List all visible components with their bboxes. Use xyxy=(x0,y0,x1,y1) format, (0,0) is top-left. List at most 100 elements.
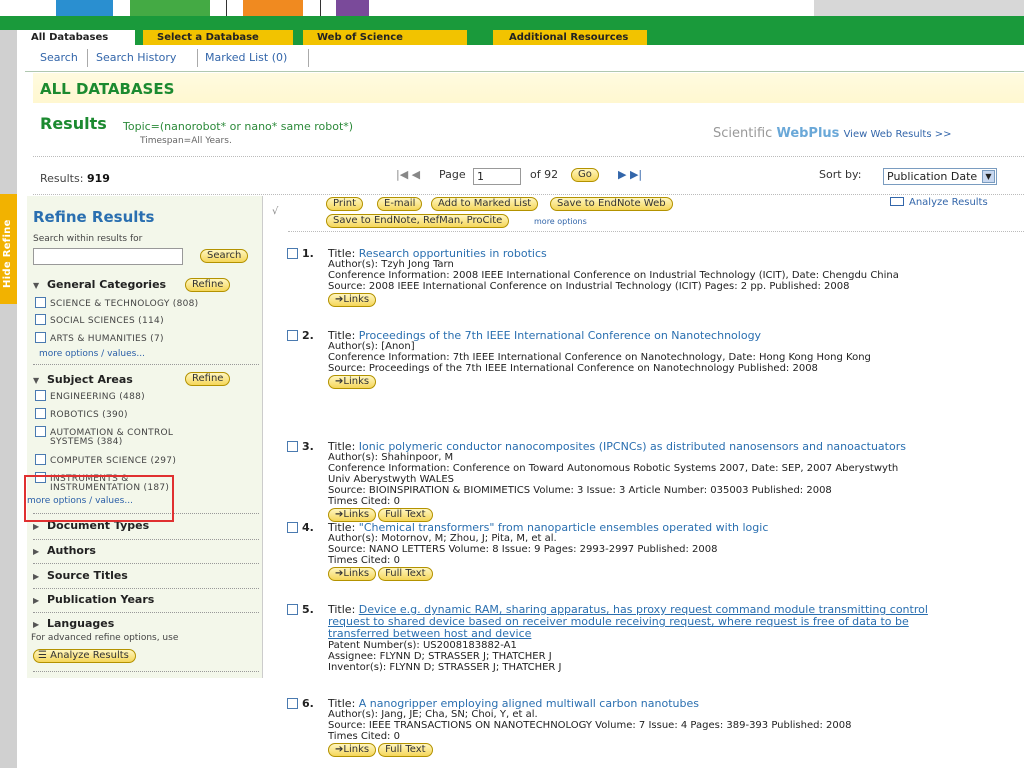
authors-label: Authors xyxy=(47,544,96,557)
links-button[interactable]: ➔Links xyxy=(328,508,377,522)
webplus-text-b: WebPlus xyxy=(776,126,840,141)
record-checkbox[interactable] xyxy=(287,698,298,709)
chevron-down-icon: ▼ xyxy=(982,170,995,183)
save-endnote-web-button[interactable]: Save to EndNote Web xyxy=(550,197,673,211)
subnav-separator xyxy=(87,49,88,67)
divider xyxy=(33,612,259,613)
checkbox-icon xyxy=(35,390,46,401)
checkbox-science-technology[interactable]: SCIENCE & TECHNOLOGY (808) xyxy=(35,297,199,309)
record-title-link[interactable]: Proceedings of the 7th IEEE Internationa… xyxy=(359,329,761,342)
record-line: Conference Information: Conference on To… xyxy=(328,463,899,474)
subnav-search[interactable]: Search xyxy=(40,51,78,64)
full-text-button[interactable]: Full Text xyxy=(378,567,433,581)
record-line: Conference Information: 7th IEEE Interna… xyxy=(328,352,871,363)
record-checkbox[interactable] xyxy=(287,441,298,452)
record-line: Patent Number(s): US2008183882-A1 xyxy=(328,640,517,651)
checkbox-label: ARTS & HUMANITIES (7) xyxy=(50,334,164,344)
record-line: Source: 2008 IEEE International Conferen… xyxy=(328,281,850,292)
search-within-label: Search within results for xyxy=(33,234,143,244)
page-title: ALL DATABASES xyxy=(40,80,175,98)
triangle-right-icon: ▶ xyxy=(33,547,40,556)
checkbox-computer-science[interactable]: COMPUTER SCIENCE (297) xyxy=(35,454,176,466)
webplus-logo[interactable]: Scientific WebPlus View Web Results >> xyxy=(713,126,952,141)
sub-navigation: Search Search History Marked List (0) xyxy=(25,45,1024,72)
analyze-icon: ☰ xyxy=(38,650,51,661)
record-line: Source: Proceedings of the 7th IEEE Inte… xyxy=(328,363,818,374)
record-checkbox[interactable] xyxy=(287,248,298,259)
subnav-marked-list[interactable]: Marked List (0) xyxy=(205,51,287,64)
record-checkbox[interactable] xyxy=(287,330,298,341)
search-within-input[interactable] xyxy=(33,248,183,265)
more-options-link[interactable]: more options xyxy=(534,217,587,226)
authors-heading[interactable]: ▶ Authors xyxy=(33,544,96,557)
analyze-results-button[interactable]: ☰ Analyze Results xyxy=(33,649,136,663)
links-button[interactable]: ➔Links xyxy=(328,375,377,389)
analyze-results-link[interactable]: Analyze Results xyxy=(890,197,988,208)
go-button[interactable]: Go xyxy=(571,168,599,182)
results-summary: Results Topic=(nanorobot* or nano* same … xyxy=(33,104,1024,157)
banner-green-strip xyxy=(0,16,1024,30)
divider xyxy=(33,588,259,589)
hide-refine-label: Hide Refine xyxy=(2,219,13,288)
checkbox-label: SCIENCE & TECHNOLOGY (808) xyxy=(50,299,199,309)
select-all-icon[interactable]: √ xyxy=(272,206,278,217)
next-last-page-icon[interactable]: ▶ ▶| xyxy=(618,168,642,181)
checkbox-social-sciences[interactable]: SOCIAL SCIENCES (114) xyxy=(35,314,164,326)
more-options-general[interactable]: more options / values... xyxy=(39,349,145,359)
tab-additional-resources[interactable]: Additional Resources xyxy=(493,30,647,45)
publication-years-heading[interactable]: ▶ Publication Years xyxy=(33,593,154,606)
source-titles-heading[interactable]: ▶ Source Titles xyxy=(33,569,128,582)
save-endnote-button[interactable]: Save to EndNote, RefMan, ProCite xyxy=(326,214,510,228)
advanced-refine-text: For advanced refine options, use xyxy=(31,633,179,643)
tab-select-database[interactable]: Select a Database xyxy=(143,30,293,45)
record-index: 6. xyxy=(302,697,314,710)
record-line: Source: BIOINSPIRATION & BIOMIMETICS Vol… xyxy=(328,485,832,496)
links-button[interactable]: ➔Links xyxy=(328,567,377,581)
refine-general-button[interactable]: Refine xyxy=(185,278,231,292)
triangle-right-icon: ▶ xyxy=(33,522,40,531)
links-label: Links xyxy=(343,294,370,305)
tab-all-databases[interactable]: All Databases xyxy=(25,30,135,45)
checkbox-robotics[interactable]: ROBOTICS (390) xyxy=(35,408,128,420)
record-number: 4. xyxy=(287,522,314,533)
print-button[interactable]: Print xyxy=(326,197,364,211)
timespan-text: Timespan=All Years. xyxy=(140,136,232,146)
checkbox-icon xyxy=(35,332,46,343)
checkbox-label: ROBOTICS (390) xyxy=(50,410,128,420)
record-title-link[interactable]: transferred between host and device xyxy=(328,627,531,640)
sort-select[interactable]: Publication Date ▼ xyxy=(883,168,997,185)
left-gutter xyxy=(0,30,17,768)
add-to-marked-list-button[interactable]: Add to Marked List xyxy=(431,197,539,211)
refine-panel: Refine Results Search within results for… xyxy=(27,196,263,678)
divider xyxy=(33,539,259,540)
full-text-button[interactable]: Full Text xyxy=(378,743,433,757)
analyze-icon xyxy=(890,197,904,206)
full-text-button[interactable]: Full Text xyxy=(378,508,433,522)
links-button[interactable]: ➔Links xyxy=(328,293,377,307)
checkbox-label: SOCIAL SCIENCES (114) xyxy=(50,316,164,326)
record-index: 4. xyxy=(302,521,314,534)
languages-heading[interactable]: ▶ Languages xyxy=(33,617,114,630)
email-button[interactable]: E-mail xyxy=(377,197,423,211)
subnav-search-history[interactable]: Search History xyxy=(96,51,176,64)
record-checkbox[interactable] xyxy=(287,604,298,615)
first-prev-page-icon[interactable]: |◀ ◀ xyxy=(396,168,420,181)
links-button[interactable]: ➔Links xyxy=(328,743,377,757)
checkbox-arts-humanities[interactable]: ARTS & HUMANITIES (7) xyxy=(35,332,164,344)
page-number-input[interactable]: 1 xyxy=(473,168,521,185)
banner-gray xyxy=(814,0,1024,16)
search-within-button[interactable]: Search xyxy=(200,249,249,263)
triangle-right-icon: ▶ xyxy=(33,572,40,581)
checkbox-icon xyxy=(35,297,46,308)
record-checkbox[interactable] xyxy=(287,522,298,533)
analyze-label: Analyze Results xyxy=(909,197,988,208)
publication-years-label: Publication Years xyxy=(47,593,155,606)
record-index: 1. xyxy=(302,247,314,260)
view-web-results-link[interactable]: View Web Results >> xyxy=(844,129,952,140)
record-line: Conference Information: 2008 IEEE Intern… xyxy=(328,270,899,281)
refine-subject-button[interactable]: Refine xyxy=(185,372,231,386)
hide-refine-tab[interactable]: Hide Refine xyxy=(0,194,17,304)
checkbox-engineering[interactable]: ENGINEERING (488) xyxy=(35,390,145,402)
tab-web-of-science[interactable]: Web of Science xyxy=(303,30,467,45)
checkbox-label: ENGINEERING (488) xyxy=(50,392,145,402)
